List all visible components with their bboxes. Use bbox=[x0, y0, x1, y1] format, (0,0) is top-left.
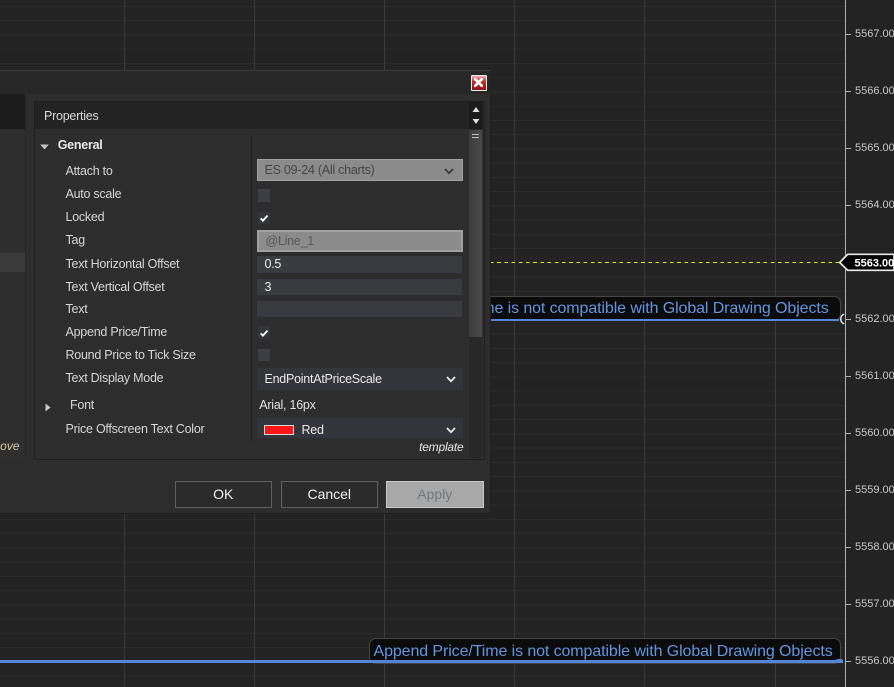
svg-text:5563.00: 5563.00 bbox=[855, 257, 894, 269]
